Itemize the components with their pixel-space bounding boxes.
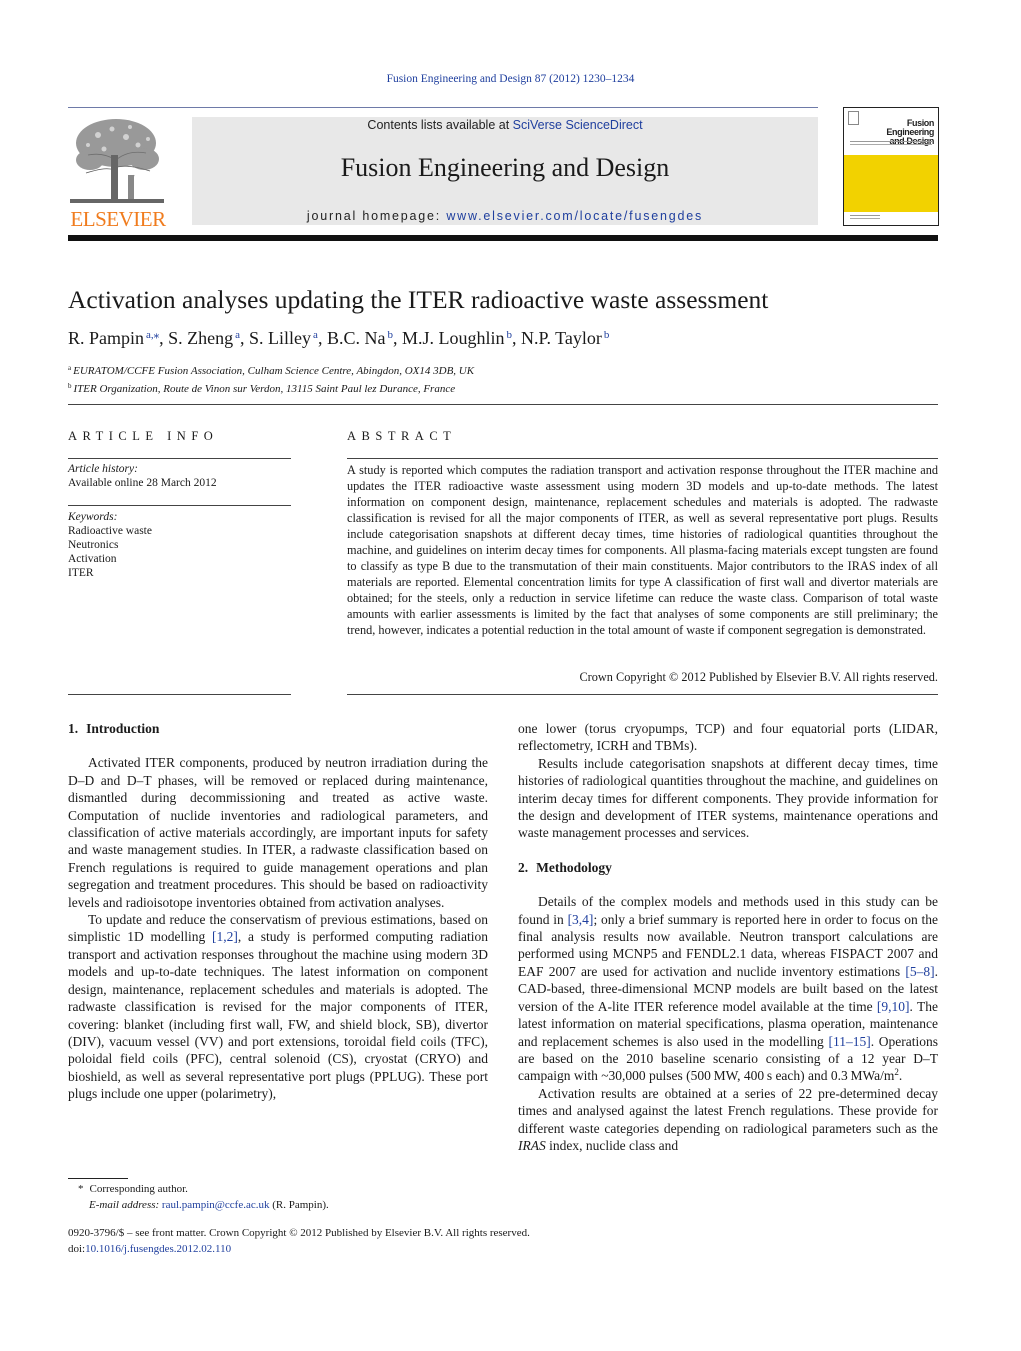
contents-line: Contents lists available at SciVerse Sci… [192, 118, 818, 132]
article-title: Activation analyses updating the ITER ra… [68, 285, 769, 314]
citation-link[interactable]: [5–8] [905, 964, 934, 979]
journal-masthead: Contents lists available at SciVerse Sci… [192, 117, 818, 225]
author-affiliation-mark[interactable]: a [313, 329, 318, 341]
contents-prefix: Contents lists available at [367, 118, 513, 132]
keyword: Radioactive waste [68, 525, 152, 537]
author[interactable]: S. Zheng a [168, 328, 240, 348]
author-affiliation-mark[interactable]: a [235, 329, 240, 341]
article-history-label: Article history: [68, 463, 138, 475]
author-email-link[interactable]: raul.pampin@ccfe.ac.uk [162, 1199, 270, 1211]
body-column-right: one lower (torus cryopumps, TCP) and fou… [518, 720, 938, 1154]
article-info-rule [68, 458, 291, 459]
cover-publisher-icon [848, 111, 859, 125]
paragraph: Results include categorisation snapshots… [518, 755, 938, 841]
abstract-rule [347, 694, 938, 695]
abstract-copyright: Crown Copyright © 2012 Published by Else… [579, 670, 938, 684]
cover-footer-lines [850, 215, 880, 216]
author-list: R. Pampin a,⁎, S. Zheng a, S. Lilley a, B.C… [68, 328, 610, 348]
author[interactable]: N.P. Taylor b [521, 328, 609, 348]
corresponding-author-footnote: * Corresponding author. E-mail address: r… [78, 1183, 329, 1211]
paragraph: To update and reduce the conservatism of… [68, 912, 488, 1102]
abstract-rule [347, 458, 938, 459]
article-history: Article history: Available online 28 Mar… [68, 462, 217, 490]
author[interactable]: R. Pampin a,⁎ [68, 328, 159, 348]
article-info-rule [68, 694, 291, 695]
keyword: Neutronics [68, 539, 119, 551]
abstract-text: A study is reported which computes the r… [347, 463, 938, 637]
journal-homepage-line: journal homepage: www.elsevier.com/locat… [192, 209, 818, 223]
keywords-label: Keywords: [68, 511, 118, 523]
author[interactable]: M.J. Loughlin b [402, 328, 512, 348]
article-history-value: Available online 28 March 2012 [68, 477, 217, 489]
affiliation: b ITER Organization, Route de Vinon sur V… [68, 381, 456, 395]
citation-link[interactable]: [3,4] [568, 912, 594, 927]
author-affiliation-mark[interactable]: b [387, 329, 393, 341]
citation-link[interactable]: [11–15] [828, 1034, 870, 1049]
abstract-heading: ABSTRACT [347, 429, 457, 443]
running-header[interactable]: Fusion Engineering and Design 87 (2012) … [0, 73, 1021, 85]
article-info-heading: ARTICLE INFO [68, 429, 219, 443]
body-column-left: 1. Introduction Activated ITER components… [68, 720, 488, 1103]
cover-subtitle-lines [850, 141, 932, 142]
article-info-rule [68, 505, 291, 506]
cover-header: Fusion Engineering and Design [844, 108, 938, 155]
header-rule [68, 107, 818, 108]
doi-link[interactable]: 10.1016/j.fusengdes.2012.02.110 [85, 1243, 231, 1255]
footnote-marker: * [78, 1183, 84, 1195]
keywords: Keywords: Radioactive waste Neutronics A… [68, 510, 152, 580]
paragraph: Activation results are obtained at a ser… [518, 1085, 938, 1153]
journal-cover-thumbnail[interactable]: Fusion Engineering and Design [843, 107, 939, 226]
keyword: ITER [68, 567, 94, 579]
issn-line: 0920-3796/$ – see front matter. Crown Co… [68, 1227, 530, 1239]
author-affiliation-mark[interactable]: b [506, 329, 512, 341]
journal-homepage-link[interactable]: www.elsevier.com/locate/fusengdes [446, 209, 703, 223]
paragraph: Details of the complex models and method… [518, 894, 938, 1084]
cover-yellow-panel [844, 155, 938, 212]
masthead-thick-rule [68, 235, 938, 241]
front-matter: 0920-3796/$ – see front matter. Crown Co… [68, 1227, 530, 1255]
cover-title-line-1: Fusion Engineering [886, 118, 934, 137]
citation-link[interactable]: [9,10] [877, 999, 910, 1014]
elsevier-wordmark: ELSEVIER [70, 207, 166, 231]
author-affiliation-mark[interactable]: b [604, 329, 610, 341]
author[interactable]: B.C. Na b [327, 328, 393, 348]
section-heading-methodology: 2. Methodology [518, 859, 612, 875]
keyword: Activation [68, 553, 117, 565]
author-affiliation-mark[interactable]: a,⁎ [146, 329, 159, 341]
paragraph: Activated ITER components, produced by n… [68, 755, 488, 910]
homepage-prefix: journal homepage: [306, 209, 447, 223]
sciencedirect-link[interactable]: SciVerse ScienceDirect [513, 118, 643, 132]
affiliation: a EURATOM/CCFE Fusion Association, Culham… [68, 364, 475, 377]
author[interactable]: S. Lilley a [249, 328, 318, 348]
elsevier-logo[interactable]: ELSEVIER [68, 115, 168, 231]
elsevier-tree-icon [70, 119, 164, 204]
journal-title: Fusion Engineering and Design [340, 153, 670, 182]
affiliations: a EURATOM/CCFE Fusion Association, Culham… [68, 361, 474, 396]
citation-link[interactable]: [1,2] [212, 929, 238, 944]
section-heading-introduction: 1. Introduction [68, 721, 160, 736]
footnote-rule [68, 1178, 128, 1179]
title-block-rule [68, 404, 938, 405]
paragraph: one lower (torus cryopumps, TCP) and fou… [518, 721, 938, 754]
